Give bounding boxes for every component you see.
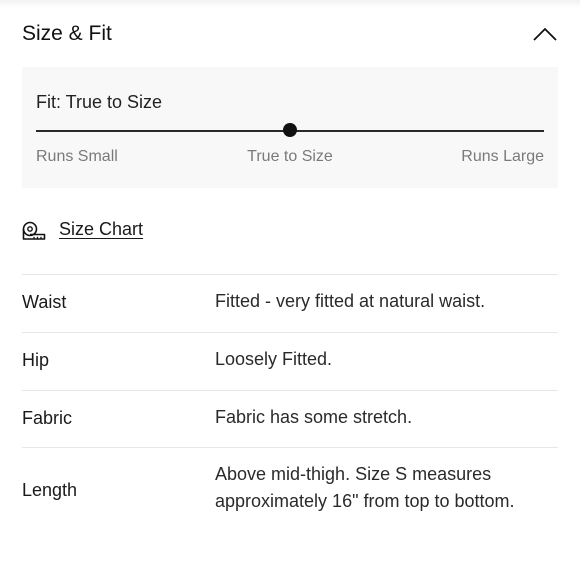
fit-label: Fit: True to Size xyxy=(36,92,163,112)
detail-label-waist: Waist xyxy=(22,292,67,312)
scale-label-runs-small: Runs Small xyxy=(36,148,118,165)
chevron-up-icon[interactable] xyxy=(532,24,558,44)
detail-value-waist: Fitted - very fitted at natural waist. xyxy=(215,291,486,311)
detail-label-fabric: Fabric xyxy=(22,408,73,428)
scale-label-runs-large: Runs Large xyxy=(461,148,544,165)
measuring-tape-icon xyxy=(22,221,46,240)
section-title: Size & Fit xyxy=(22,22,112,45)
size-chart-label[interactable]: Size Chart xyxy=(59,219,143,240)
divider xyxy=(22,447,558,448)
fit-panel: Fit: True to Size Runs Small True to Siz… xyxy=(22,67,558,188)
divider xyxy=(22,390,558,391)
divider xyxy=(22,274,558,275)
detail-value-length: Above mid-thigh. Size S measures approxi… xyxy=(215,464,515,511)
fit-scale-marker xyxy=(283,123,297,137)
detail-label-length: Length xyxy=(22,480,78,500)
detail-value-fabric: Fabric has some stretch. xyxy=(215,407,413,427)
scale-label-true-to-size: True to Size xyxy=(247,148,333,165)
size-fit-header[interactable]: Size & Fit xyxy=(22,20,558,50)
detail-label-hip: Hip xyxy=(22,350,50,370)
detail-value-hip: Loosely Fitted. xyxy=(215,349,333,369)
top-edge-shade xyxy=(0,0,580,8)
divider xyxy=(22,332,558,333)
